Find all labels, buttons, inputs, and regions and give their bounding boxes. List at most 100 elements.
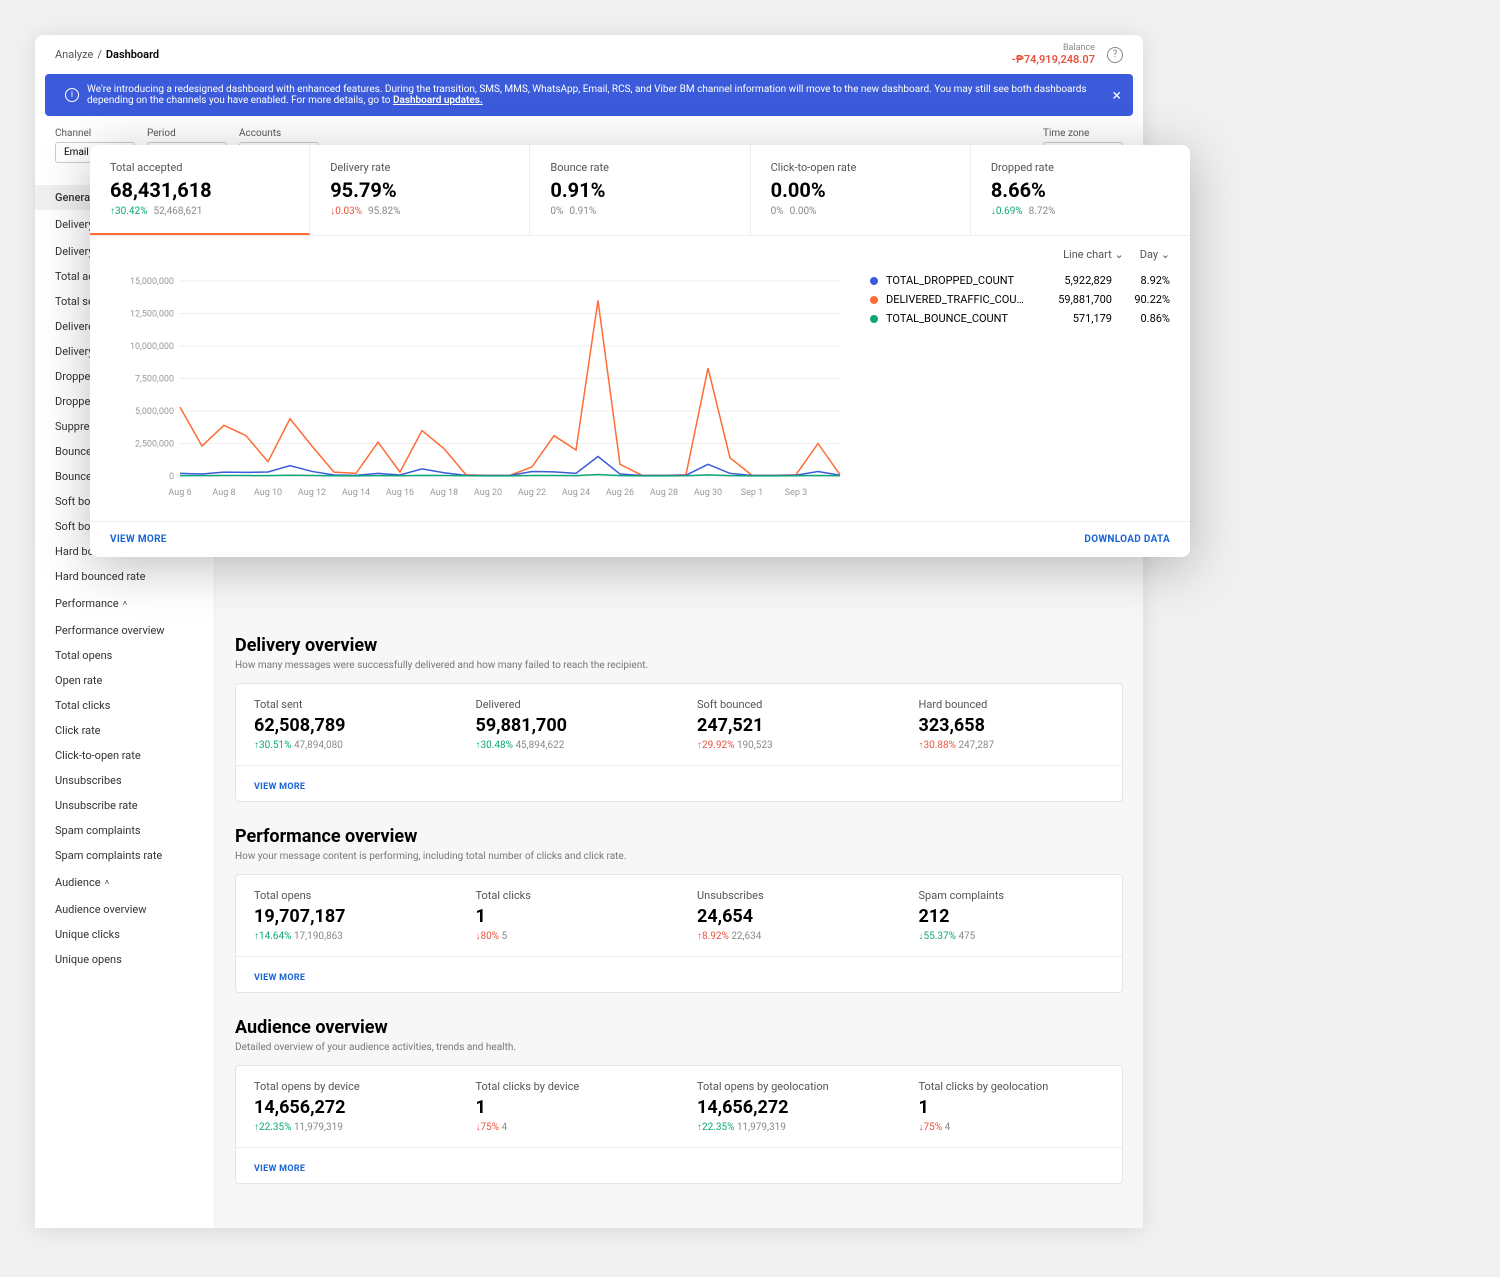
metric-label: Hard bounced bbox=[919, 698, 1105, 711]
view-more-link[interactable]: VIEW MORE bbox=[254, 782, 305, 792]
chevron-up-icon: ˄ bbox=[123, 599, 128, 608]
kpi-cell[interactable]: Bounce rate 0.91% 0%0.91% bbox=[530, 145, 750, 235]
kpi-cell[interactable]: Click-to-open rate 0.00% 0%0.00% bbox=[751, 145, 971, 235]
kpi-delta: 0%0.00% bbox=[771, 206, 950, 217]
legend-pct: 0.86% bbox=[1120, 312, 1170, 325]
section-title: Delivery overview bbox=[235, 635, 1123, 656]
metric-cell: Hard bounced 323,658 ↑30.88% 247,287 bbox=[901, 684, 1123, 765]
info-icon: i bbox=[65, 88, 79, 102]
metric-cell: Unsubscribes 24,654 ↑8.92% 22,634 bbox=[679, 875, 901, 956]
metric-delta: ↓75% 4 bbox=[476, 1122, 662, 1133]
legend-value: 5,922,829 bbox=[1032, 274, 1112, 287]
svg-text:Aug 26: Aug 26 bbox=[606, 488, 634, 498]
sidebar-item[interactable]: Unsubscribes bbox=[35, 768, 214, 793]
balance-label: Balance bbox=[1012, 43, 1095, 53]
legend-row[interactable]: DELIVERED_TRAFFIC_COU... 59,881,700 90.2… bbox=[870, 290, 1170, 309]
svg-text:2,500,000: 2,500,000 bbox=[135, 440, 174, 450]
metric-value: 62,508,789 bbox=[254, 715, 440, 736]
metric-label: Unsubscribes bbox=[697, 889, 883, 902]
sidebar-item[interactable]: Unique opens bbox=[35, 947, 214, 972]
banner-link[interactable]: Dashboard updates. bbox=[393, 95, 483, 106]
svg-text:Sep 1: Sep 1 bbox=[741, 488, 763, 498]
metric-label: Total clicks by device bbox=[476, 1080, 662, 1093]
chart-area: 02,500,0005,000,0007,500,00010,000,00012… bbox=[90, 261, 1190, 521]
metric-label: Spam complaints bbox=[919, 889, 1105, 902]
metric-value: 1 bbox=[919, 1097, 1105, 1118]
metric-label: Total sent bbox=[254, 698, 440, 711]
app-root: Analyze / Dashboard Balance -₱74,919,248… bbox=[35, 35, 1143, 1228]
legend-row[interactable]: TOTAL_DROPPED_COUNT 5,922,829 8.92% bbox=[870, 271, 1170, 290]
sidebar-item[interactable]: Total opens bbox=[35, 643, 214, 668]
svg-text:Aug 6: Aug 6 bbox=[168, 488, 191, 498]
view-more-link[interactable]: VIEW MORE bbox=[110, 534, 167, 545]
view-more-link[interactable]: VIEW MORE bbox=[254, 973, 305, 983]
svg-text:Aug 16: Aug 16 bbox=[386, 488, 414, 498]
kpi-value: 95.79% bbox=[330, 178, 509, 202]
kpi-cell[interactable]: Total accepted 68,431,618 ↑30.42%52,468,… bbox=[90, 145, 310, 235]
svg-text:Aug 28: Aug 28 bbox=[650, 488, 678, 498]
svg-text:Aug 18: Aug 18 bbox=[430, 488, 458, 498]
topbar: Analyze / Dashboard Balance -₱74,919,248… bbox=[35, 35, 1143, 74]
accounts-label: Accounts bbox=[239, 128, 319, 139]
sidebar-item[interactable]: Click rate bbox=[35, 718, 214, 743]
metric-delta: ↑8.92% 22,634 bbox=[697, 931, 883, 942]
sidebar-item[interactable]: Total clicks bbox=[35, 693, 214, 718]
kpi-value: 0.00% bbox=[771, 178, 950, 202]
banner-text: We're introducing a redesigned dashboard… bbox=[87, 84, 1113, 106]
view-more-link[interactable]: VIEW MORE bbox=[254, 1164, 305, 1174]
breadcrumb-parent[interactable]: Analyze bbox=[55, 48, 93, 61]
kpi-value: 68,431,618 bbox=[110, 178, 289, 202]
channel-label: Channel bbox=[55, 128, 135, 139]
kpi-delta: 0%0.91% bbox=[550, 206, 729, 217]
sidebar-item[interactable]: Spam complaints rate bbox=[35, 843, 214, 868]
sidebar-item[interactable]: Unique clicks bbox=[35, 922, 214, 947]
kpi-row: Total accepted 68,431,618 ↑30.42%52,468,… bbox=[90, 145, 1190, 236]
help-icon[interactable]: ? bbox=[1107, 47, 1123, 63]
chart-legend: TOTAL_DROPPED_COUNT 5,922,829 8.92% DELI… bbox=[850, 271, 1170, 501]
kpi-cell[interactable]: Dropped rate 8.66% ↓0.69%8.72% bbox=[971, 145, 1190, 235]
sidebar-item[interactable]: Spam complaints bbox=[35, 818, 214, 843]
metric-cell: Total clicks by device 1 ↓75% 4 bbox=[458, 1066, 680, 1147]
section-delivery: Delivery overview How many messages were… bbox=[235, 635, 1123, 802]
kpi-label: Total accepted bbox=[110, 161, 289, 174]
sidebar-item[interactable]: Performance overview bbox=[35, 618, 214, 643]
sidebar-item[interactable]: Open rate bbox=[35, 668, 214, 693]
svg-text:15,000,000: 15,000,000 bbox=[130, 277, 174, 287]
metric-label: Soft bounced bbox=[697, 698, 883, 711]
granularity-select[interactable]: Day ⌄ bbox=[1140, 248, 1170, 261]
svg-text:10,000,000: 10,000,000 bbox=[130, 342, 174, 352]
download-data-link[interactable]: DOWNLOAD DATA bbox=[1084, 534, 1170, 545]
metric-value: 1 bbox=[476, 1097, 662, 1118]
line-chart: 02,500,0005,000,0007,500,00010,000,00012… bbox=[110, 271, 850, 501]
metric-delta: ↑14.64% 17,190,863 bbox=[254, 931, 440, 942]
legend-value: 59,881,700 bbox=[1032, 293, 1112, 306]
metric-delta: ↑29.92% 190,523 bbox=[697, 740, 883, 751]
kpi-cell[interactable]: Delivery rate 95.79% ↓0.03%95.82% bbox=[310, 145, 530, 235]
metric-value: 247,521 bbox=[697, 715, 883, 736]
sidebar-group-audience[interactable]: Audience˄ bbox=[35, 868, 214, 897]
sidebar-group-performance[interactable]: Performance˄ bbox=[35, 589, 214, 618]
metric-value: 212 bbox=[919, 906, 1105, 927]
svg-text:5,000,000: 5,000,000 bbox=[135, 407, 174, 417]
legend-name: TOTAL_DROPPED_COUNT bbox=[886, 274, 1024, 287]
metric-cell: Total clicks 1 ↓80% 5 bbox=[458, 875, 680, 956]
chevron-up-icon: ˄ bbox=[105, 878, 110, 887]
metric-cell: Total opens by device 14,656,272 ↑22.35%… bbox=[236, 1066, 458, 1147]
close-icon[interactable]: × bbox=[1112, 86, 1121, 105]
tz-label: Time zone bbox=[1043, 128, 1123, 139]
sidebar-item[interactable]: Click-to-open rate bbox=[35, 743, 214, 768]
balance-wrap: Balance -₱74,919,248.07 ? bbox=[1012, 43, 1123, 66]
chart-overlay-card: Total accepted 68,431,618 ↑30.42%52,468,… bbox=[90, 145, 1190, 557]
chart-type-select[interactable]: Line chart ⌄ bbox=[1063, 248, 1124, 261]
sidebar-item[interactable]: Unsubscribe rate bbox=[35, 793, 214, 818]
metric-delta: ↓80% 5 bbox=[476, 931, 662, 942]
sidebar-item[interactable]: Hard bounced rate bbox=[35, 564, 214, 589]
legend-dot-icon bbox=[870, 315, 878, 323]
kpi-delta: ↓0.69%8.72% bbox=[991, 206, 1170, 217]
legend-row[interactable]: TOTAL_BOUNCE_COUNT 571,179 0.86% bbox=[870, 309, 1170, 328]
metric-cell: Total opens by geolocation 14,656,272 ↑2… bbox=[679, 1066, 901, 1147]
metric-label: Total opens by device bbox=[254, 1080, 440, 1093]
section-card: Total opens by device 14,656,272 ↑22.35%… bbox=[235, 1065, 1123, 1184]
sidebar-item[interactable]: Audience overview bbox=[35, 897, 214, 922]
legend-name: DELIVERED_TRAFFIC_COU... bbox=[886, 293, 1024, 306]
